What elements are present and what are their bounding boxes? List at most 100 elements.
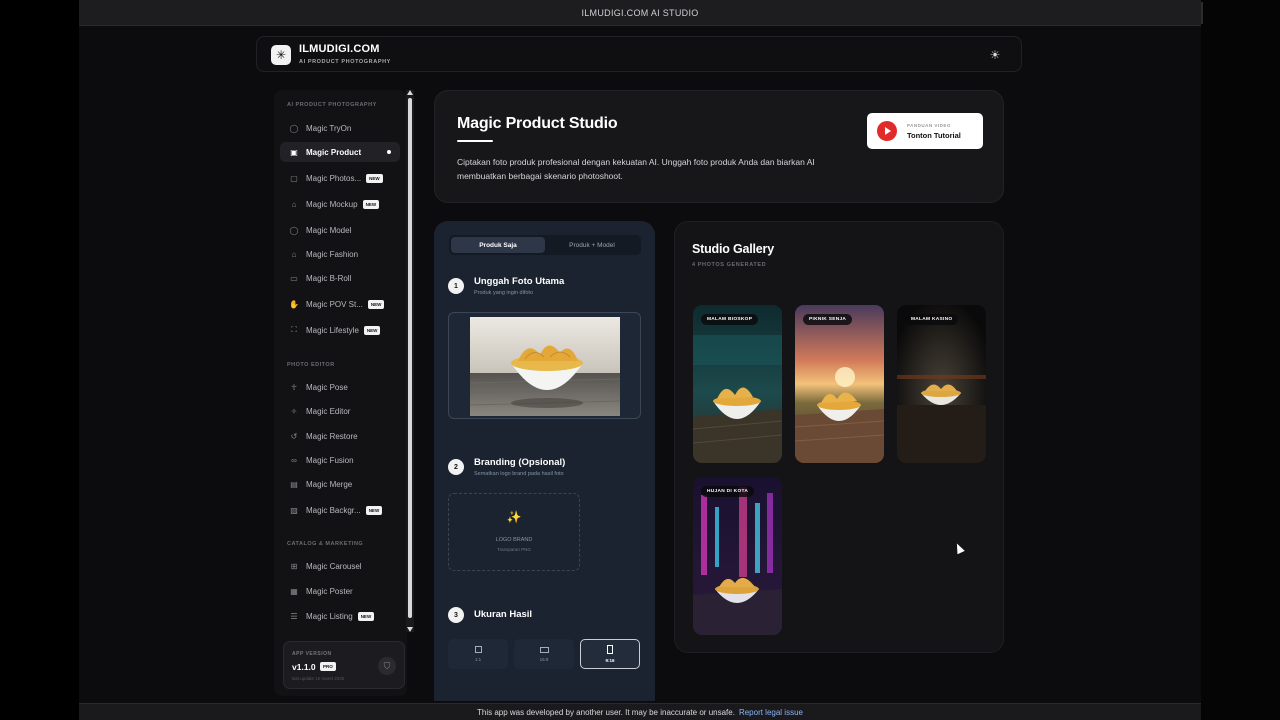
- play-icon: [877, 121, 897, 141]
- step-subtitle: Sematkan logo brand pada hasil foto: [474, 471, 564, 477]
- gallery-count: 4 PHOTOS GENERATED: [692, 262, 767, 268]
- sidebar-item-magic-product[interactable]: ▣ Magic Product: [280, 142, 400, 162]
- sparkle-icon: ✨: [506, 510, 522, 524]
- sidebar-item-magic-pose[interactable]: ☥ Magic Pose: [280, 377, 400, 397]
- sidebar-scrollbar[interactable]: [406, 90, 414, 632]
- sidebar-item-magic-photos[interactable]: ▢ Magic Photos... NEW: [280, 168, 400, 188]
- studio-gallery: Studio Gallery 4 PHOTOS GENERATED MALAM …: [674, 221, 1004, 653]
- step-title: Unggah Foto Utama: [474, 276, 565, 287]
- sidebar-item-magic-listing[interactable]: ☰ Magic Listing NEW: [280, 606, 400, 626]
- app-version-card: APP VERSION v1.1.0 PRO last update 10 ma…: [283, 641, 405, 689]
- watch-tutorial-button[interactable]: PANDUAN VIDEO Tonton Tutorial: [867, 113, 983, 149]
- report-legal-issue-link[interactable]: Report legal issue: [739, 708, 803, 717]
- ratio-option-9-16[interactable]: 9:16: [580, 639, 640, 669]
- app-header: ✳ ILMUDIGI.COM AI PRODUCT PHOTOGRAPHY ☀: [256, 36, 1022, 72]
- scroll-down-arrow[interactable]: [407, 627, 413, 632]
- mode-product-only[interactable]: Produk Saja: [451, 237, 545, 253]
- list-icon: ☰: [290, 611, 298, 621]
- person-icon: ◯: [289, 225, 299, 235]
- ratio-option-16-9[interactable]: 16:9: [514, 639, 574, 669]
- gallery-photo[interactable]: MALAM KASINO: [897, 305, 986, 463]
- sidebar-item-magic-fusion[interactable]: ∞ Magic Fusion: [280, 450, 400, 470]
- scroll-up-arrow[interactable]: [407, 90, 413, 95]
- window-title-bar: ILMUDIGI.COM AI STUDIO: [79, 0, 1201, 26]
- sidebar-item-magic-editor[interactable]: ✧ Magic Editor: [280, 401, 400, 421]
- sidebar-item-label: Magic Merge: [306, 479, 353, 489]
- brand-name: ILMUDIGI.COM: [299, 43, 380, 55]
- sidebar-item-magic-broll[interactable]: ▭ Magic B-Roll: [280, 268, 400, 288]
- photo-tag: MALAM BIOSKOP: [701, 314, 759, 325]
- photo-tag: MALAM KASINO: [905, 314, 959, 325]
- brand-tagline: AI PRODUCT PHOTOGRAPHY: [299, 59, 391, 65]
- photo-tag: HUJAN DI KOTA: [701, 486, 755, 497]
- photo-tag: PIKNIK SENJA: [803, 314, 853, 325]
- gallery-title: Studio Gallery: [692, 242, 774, 256]
- control-panel: Produk Saja Produk + Model 1 Unggah Foto…: [434, 221, 655, 701]
- sidebar-item-label: Magic POV St...: [306, 299, 363, 309]
- sidebar-item-label: Magic Editor: [306, 406, 351, 416]
- sidebar-section-label: PHOTO EDITOR: [287, 362, 335, 368]
- tutorial-action: Tonton Tutorial: [907, 131, 961, 140]
- sidebar-item-magic-merge[interactable]: ▤ Magic Merge: [280, 474, 400, 494]
- footer-notice: This app was developed by another user. …: [477, 707, 735, 717]
- right-edge: [1201, 0, 1280, 720]
- photo-icon: ▢: [290, 173, 298, 183]
- new-badge: NEW: [362, 199, 380, 209]
- step-subtitle: Produk yang ingin difoto: [474, 290, 534, 296]
- gallery-photo[interactable]: MALAM BIOSKOP: [693, 305, 782, 463]
- window-title: ILMUDIGI.COM AI STUDIO: [581, 7, 699, 18]
- new-badge: NEW: [357, 611, 375, 621]
- ratio-option-1-1[interactable]: 1:1: [448, 639, 508, 669]
- sidebar-item-magic-pov[interactable]: ✋ Magic POV St... NEW: [280, 294, 400, 314]
- version-number: v1.1.0: [292, 662, 316, 672]
- sunset-picnic-image: [795, 305, 884, 463]
- sparkle-icon: ✧: [290, 406, 298, 416]
- logo-sparkle-icon: ✳: [271, 45, 291, 65]
- new-badge: NEW: [363, 325, 381, 335]
- gallery-photo[interactable]: PIKNIK SENJA: [795, 305, 884, 463]
- sidebar-item-label: Magic Photos...: [306, 173, 362, 183]
- active-indicator: [387, 150, 391, 154]
- sidebar-item-label: Magic Fusion: [306, 455, 354, 465]
- logo-upload-dropzone[interactable]: ✨ LOGO BRAND Transparan PNG: [448, 493, 580, 571]
- sidebar-item-magic-tryon[interactable]: ◯ Magic TryOn: [280, 118, 400, 138]
- sidebar-item-magic-poster[interactable]: ▦ Magic Poster: [280, 581, 400, 601]
- sidebar-item-magic-restore[interactable]: ↺ Magic Restore: [280, 426, 400, 446]
- sidebar-item-magic-carousel[interactable]: ⊞ Magic Carousel: [280, 556, 400, 576]
- step-number: 3: [448, 607, 464, 623]
- scroll-thumb[interactable]: [408, 98, 412, 618]
- shield-icon[interactable]: ⛉: [378, 657, 396, 675]
- mode-product-model[interactable]: Produk + Model: [545, 237, 639, 253]
- sidebar-item-label: Magic Pose: [306, 382, 348, 392]
- sidebar-item-magic-background[interactable]: ▨ Magic Backgr... NEW: [280, 500, 400, 520]
- plus-square-icon: ⊞: [290, 561, 298, 571]
- gallery-photo[interactable]: HUJAN DI KOTA: [693, 477, 782, 635]
- sidebar-item-label: Magic Restore: [306, 431, 358, 441]
- square-icon: [474, 646, 482, 653]
- history-icon: ↺: [290, 431, 298, 441]
- sidebar-item-label: Magic B-Roll: [306, 273, 352, 283]
- title-underline: [457, 140, 493, 142]
- shirt-icon: ⌂: [291, 199, 297, 209]
- sidebar-item-label: Magic Poster: [306, 586, 353, 596]
- new-badge: NEW: [367, 299, 385, 309]
- sidebar-item-label: Magic Backgr...: [306, 505, 361, 515]
- mode-toggle: Produk Saja Produk + Model: [449, 235, 641, 255]
- sidebar-item-magic-model[interactable]: ◯ Magic Model: [280, 220, 400, 240]
- step-number: 1: [448, 278, 464, 294]
- version-label: APP VERSION: [292, 651, 332, 657]
- product-photo: [470, 317, 620, 416]
- sun-icon[interactable]: ☀: [987, 47, 1003, 63]
- hand-icon: ✋: [289, 299, 299, 309]
- sidebar-item-magic-mockup[interactable]: ⌂ Magic Mockup NEW: [280, 194, 400, 214]
- sidebar-item-label: Magic TryOn: [306, 123, 352, 133]
- step-number: 2: [448, 459, 464, 475]
- ratio-label: 1:1: [474, 657, 482, 662]
- main-photo-upload[interactable]: [448, 312, 641, 419]
- hero-card: Magic Product Studio Ciptakan foto produ…: [434, 90, 1004, 203]
- sidebar-item-magic-lifestyle[interactable]: ⛶ Magic Lifestyle NEW: [280, 320, 400, 340]
- sidebar-item-label: Magic Lifestyle: [306, 325, 359, 335]
- sidebar-item-magic-fashion[interactable]: ⌂ Magic Fashion: [280, 244, 400, 264]
- version-date: last update 10 maret 2026: [292, 676, 345, 681]
- sidebar: AI PRODUCT PHOTOGRAPHY ◯ Magic TryOn ▣ Mag…: [274, 90, 407, 696]
